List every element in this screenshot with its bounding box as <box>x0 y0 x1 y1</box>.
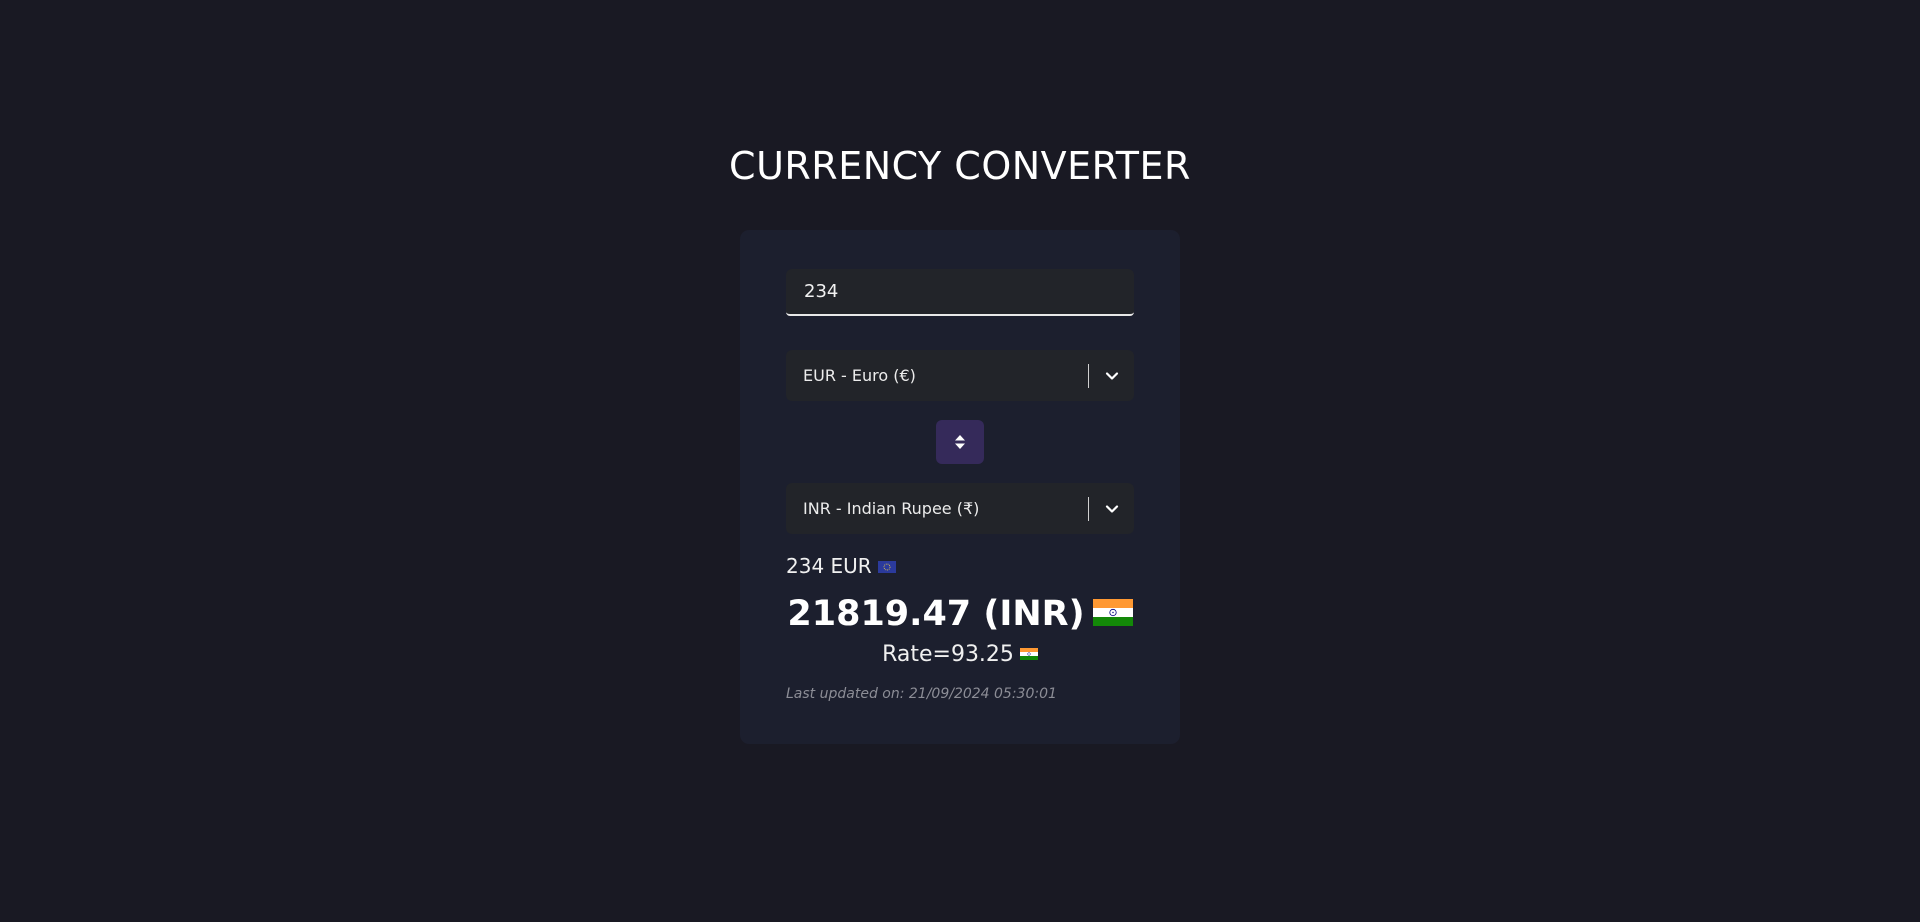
to-currency-value: INR - Indian Rupee (₹) <box>803 499 980 518</box>
converter-card: EUR - Euro (€) INR - Indian Rupee (₹) 23… <box>740 230 1180 744</box>
from-currency-select[interactable]: EUR - Euro (€) <box>786 350 1134 401</box>
from-currency-value: EUR - Euro (€) <box>803 366 916 385</box>
select-divider <box>1088 364 1089 388</box>
eu-flag-icon <box>877 560 896 573</box>
swap-currencies-button[interactable] <box>936 420 984 464</box>
source-amount-text: 234 EUR <box>786 554 872 578</box>
india-flag-icon <box>1019 648 1038 660</box>
india-flag-icon <box>1092 598 1133 626</box>
amount-input[interactable] <box>786 269 1134 316</box>
select-divider <box>1088 497 1089 521</box>
chevron-down-icon[interactable] <box>1103 500 1121 518</box>
to-currency-select[interactable]: INR - Indian Rupee (₹) <box>786 483 1134 534</box>
exchange-rate: Rate=93.25 <box>740 640 1180 670</box>
converted-amount: 21819.47 (INR) <box>740 592 1180 636</box>
chevron-down-icon[interactable] <box>1103 367 1121 385</box>
last-updated-text: Last updated on: 21/09/2024 05:30:01 <box>786 686 1057 702</box>
page: CURRENCY CONVERTER EUR - Euro (€) INR - … <box>0 0 1920 922</box>
converted-amount-text: 21819.47 (INR) <box>787 594 1085 634</box>
exchange-rate-text: Rate=93.25 <box>882 642 1014 667</box>
source-amount: 234 EUR <box>786 554 896 578</box>
page-title: CURRENCY CONVERTER <box>729 144 1191 188</box>
swap-vertical-icon <box>955 435 965 449</box>
